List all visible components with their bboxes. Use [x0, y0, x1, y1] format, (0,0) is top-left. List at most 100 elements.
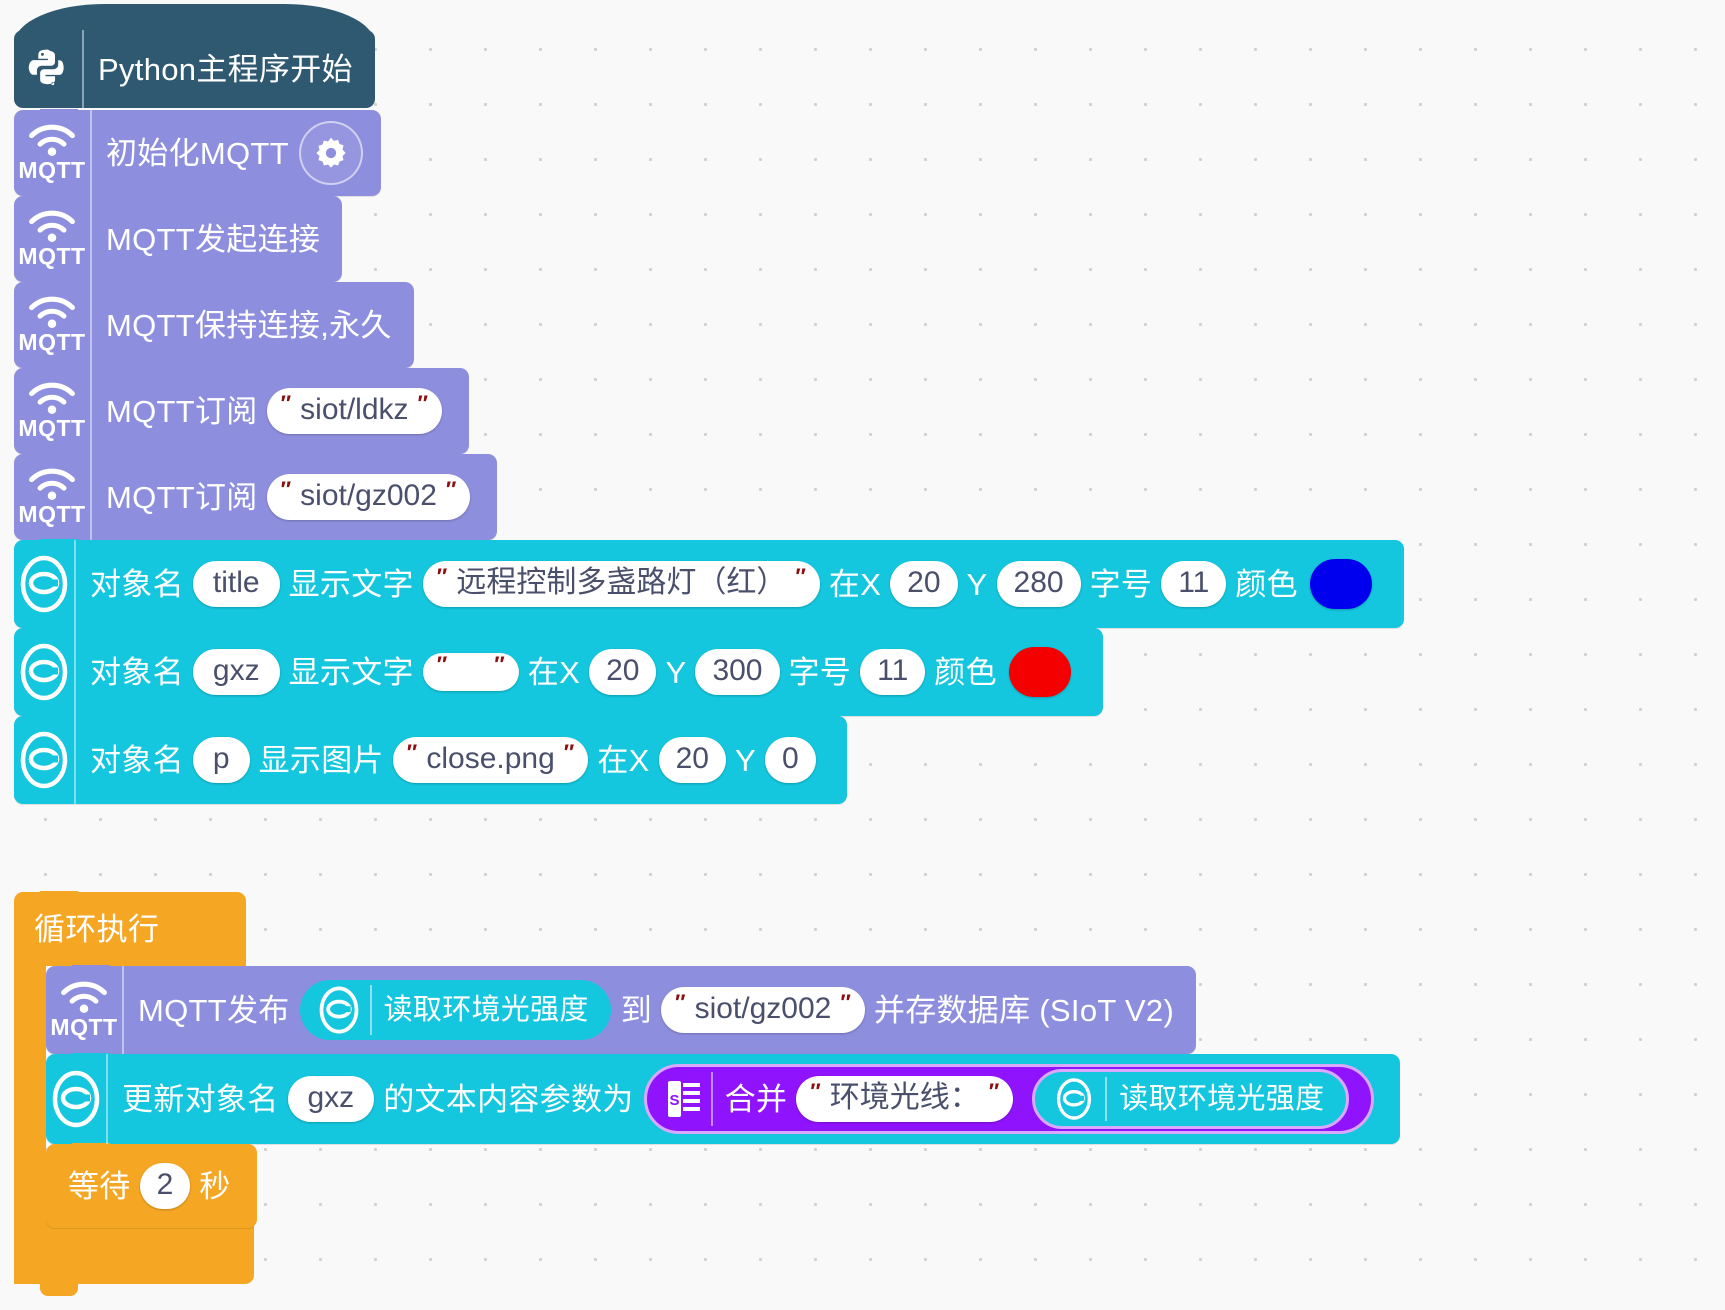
- label-color: 颜色: [934, 654, 997, 690]
- object-name-input[interactable]: gxz: [287, 1076, 375, 1122]
- reporter-read-ambient-light[interactable]: 读取环境光强度: [299, 980, 611, 1040]
- reporter-label: 读取环境光强度: [383, 993, 589, 1026]
- mqtt-icon-word: MQTT: [18, 501, 86, 527]
- font-size-input[interactable]: 11: [1161, 561, 1227, 607]
- mqtt-topic-input[interactable]: ″ siot/gz002 ″: [266, 474, 471, 520]
- loop-left-arm: [14, 966, 46, 1218]
- mqtt-icon-word: MQTT: [18, 243, 86, 269]
- quote-close-icon: ″: [988, 1079, 1000, 1104]
- font-size-input[interactable]: 11: [860, 649, 926, 695]
- mqtt-wifi-icon: MQTT: [46, 966, 124, 1054]
- label-text-param: 的文本内容参数为: [383, 1081, 634, 1117]
- mqtt-publish-label: MQTT发布: [138, 992, 290, 1028]
- mqtt-wifi-icon: MQTT: [14, 368, 92, 454]
- display-object-icon: [14, 540, 76, 628]
- label-wait: 等待: [68, 1168, 131, 1204]
- image-path-input[interactable]: ″ close.png ″: [392, 737, 589, 783]
- label-font-size: 字号: [1089, 566, 1153, 602]
- mqtt-publish-topic-input[interactable]: ″ siot/gz002 ″: [661, 987, 865, 1033]
- reporter-string-join[interactable]: S 合并 ″ 环境光线： ″ 读取环境光强度: [643, 1064, 1375, 1134]
- label-seconds: 秒: [199, 1168, 231, 1204]
- join-label: 合并: [724, 1081, 788, 1117]
- loop-label: 循环执行: [34, 911, 160, 947]
- block-mqtt-init[interactable]: MQTT 初始化MQTT: [14, 109, 381, 196]
- color-swatch-blue[interactable]: [1309, 559, 1372, 609]
- quote-open-icon: ″: [280, 391, 292, 416]
- display-object-icon: [308, 985, 372, 1035]
- block-python-main-start[interactable]: Python主程序开始: [14, 4, 375, 108]
- display-object-icon: [14, 716, 76, 804]
- label-y: Y: [966, 566, 988, 602]
- color-swatch-red[interactable]: [1008, 647, 1071, 697]
- string-join-icon: S: [657, 1072, 713, 1126]
- label-show-image: 显示图片: [258, 742, 384, 778]
- display-object-icon: [46, 1054, 108, 1144]
- quote-close-icon: ″: [795, 564, 806, 589]
- object-name-input[interactable]: title: [192, 561, 280, 607]
- gear-icon[interactable]: [298, 121, 363, 185]
- quote-open-icon: ″: [810, 1079, 821, 1104]
- loop-header[interactable]: 循环执行: [14, 891, 246, 966]
- x-input[interactable]: 20: [890, 561, 958, 607]
- label-show-text: 显示文字: [288, 654, 414, 690]
- wait-seconds-input[interactable]: 2: [139, 1163, 191, 1209]
- join-text-input[interactable]: ″ 环境光线： ″: [796, 1076, 1014, 1122]
- mqtt-init-label: 初始化MQTT: [106, 135, 289, 171]
- block-display-text-gxz[interactable]: 对象名 gxz 显示文字 ″ ″ 在X 20 Y 300 字号 11 颜色: [14, 627, 1103, 716]
- label-color: 颜色: [1235, 566, 1298, 602]
- block-display-text-title[interactable]: 对象名 title 显示文字 ″ 远程控制多盏路灯（红） ″ 在X 20 Y 2…: [14, 539, 1404, 628]
- join-text-value: 环境光线：: [829, 1081, 980, 1114]
- block-update-object-text[interactable]: 更新对象名 gxz 的文本内容参数为 S 合并 ″ 环境光线： ″ 读取环境光强…: [46, 1053, 1401, 1144]
- block-mqtt-subscribe-2[interactable]: MQTT MQTT订阅 ″ siot/gz002 ″: [14, 453, 498, 540]
- mqtt-topic-input[interactable]: ″ siot/ldkz ″: [266, 388, 443, 434]
- block-workspace-canvas[interactable]: Python主程序开始 MQTT 初始化MQTT MQTT MQTT发起连接 M…: [0, 0, 1725, 1310]
- block-mqtt-subscribe-1[interactable]: MQTT MQTT订阅 ″ siot/ldkz ″: [14, 367, 470, 454]
- svg-text:S: S: [669, 1092, 679, 1109]
- y-input[interactable]: 300: [695, 649, 780, 695]
- mqtt-subscribe-label: MQTT订阅: [106, 393, 258, 429]
- label-to: 到: [620, 992, 653, 1028]
- y-input[interactable]: 280: [996, 561, 1081, 607]
- mqtt-publish-topic-value: siot/gz002: [694, 992, 832, 1025]
- y-input[interactable]: 0: [764, 737, 816, 783]
- reporter-label: 读取环境光强度: [1119, 1082, 1325, 1115]
- display-text-input[interactable]: ″ ″: [422, 652, 519, 691]
- block-wait-seconds[interactable]: 等待 2 秒: [46, 1143, 257, 1228]
- label-x: 在X: [828, 566, 882, 602]
- mqtt-wifi-icon: MQTT: [14, 110, 92, 196]
- label-object-name: 对象名: [90, 566, 184, 602]
- quote-close-icon: ″: [840, 990, 851, 1015]
- reporter-read-ambient-light[interactable]: 读取环境光强度: [1032, 1069, 1350, 1129]
- display-object-icon: [14, 628, 76, 716]
- quote-open-icon: ″: [436, 564, 448, 589]
- block-display-image[interactable]: 对象名 p 显示图片 ″ close.png ″ 在X 20 Y 0: [14, 715, 847, 804]
- x-input[interactable]: 20: [658, 737, 726, 783]
- block-mqtt-keepalive[interactable]: MQTT MQTT保持连接,永久: [14, 281, 414, 368]
- display-text-value: 远程控制多盏路灯（红）: [456, 566, 787, 599]
- mqtt-keepalive-label: MQTT保持连接,永久: [106, 307, 392, 343]
- label-y: Y: [665, 654, 687, 690]
- quote-close-icon: ″: [445, 477, 457, 502]
- label-x: 在X: [527, 654, 581, 690]
- mqtt-connect-label: MQTT发起连接: [106, 221, 321, 257]
- image-path-value: close.png: [426, 742, 555, 775]
- object-name-input[interactable]: gxz: [192, 649, 280, 695]
- mqtt-topic-value: siot/ldkz: [300, 393, 409, 426]
- label-y: Y: [734, 742, 756, 778]
- block-mqtt-publish[interactable]: MQTT MQTT发布 读取环境光强度 到 ″ siot/gz002 ″ 并存数…: [46, 965, 1197, 1054]
- mqtt-icon-word: MQTT: [18, 329, 86, 355]
- python-logo-icon: [14, 30, 84, 108]
- mqtt-wifi-icon: MQTT: [14, 454, 92, 540]
- label-x: 在X: [597, 742, 650, 778]
- display-text-input[interactable]: ″ 远程控制多盏路灯（红） ″: [422, 561, 820, 607]
- quote-close-icon: ″: [417, 391, 429, 416]
- mqtt-wifi-icon: MQTT: [14, 282, 92, 368]
- x-input[interactable]: 20: [589, 649, 657, 695]
- block-mqtt-connect[interactable]: MQTT MQTT发起连接: [14, 195, 343, 282]
- quote-close-icon: ″: [494, 652, 505, 677]
- mqtt-icon-word: MQTT: [50, 1014, 118, 1040]
- label-update-object: 更新对象名: [122, 1081, 279, 1117]
- mqtt-wifi-icon: MQTT: [14, 196, 92, 282]
- object-name-input[interactable]: p: [192, 737, 250, 783]
- label-font-size: 字号: [788, 654, 852, 690]
